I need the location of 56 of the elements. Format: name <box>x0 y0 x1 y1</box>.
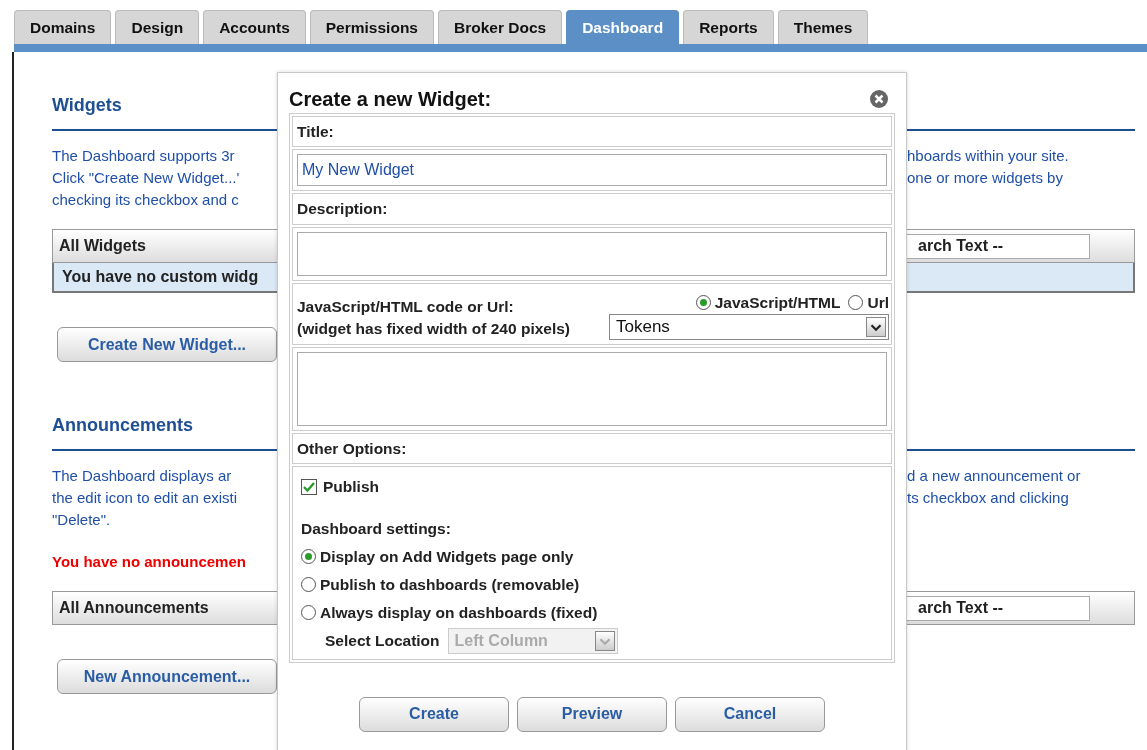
search-field[interactable]: arch Text -- <box>905 595 1090 621</box>
radio-button[interactable] <box>301 605 316 621</box>
radio-button[interactable] <box>301 577 316 593</box>
search-field[interactable]: arch Text -- <box>905 233 1090 259</box>
description-text: ts checkbox and clicking <box>907 488 1070 508</box>
close-icon[interactable] <box>869 89 889 109</box>
tab[interactable]: Accounts <box>203 10 306 44</box>
radio-button[interactable] <box>695 295 711 310</box>
tab[interactable]: Reports <box>683 10 774 44</box>
empty-message: You have no announcemen <box>52 552 246 572</box>
section-heading: Announcements <box>52 414 193 437</box>
description-text: checking its checkbox and c <box>52 190 240 210</box>
caret-icon <box>594 630 615 651</box>
description-text: The Dashboard displays ar <box>52 466 233 486</box>
field-label: (widget has fixed width of 240 pixels) <box>297 318 571 339</box>
code-field[interactable] <box>297 351 887 426</box>
description-text: hboards within your site. <box>907 146 1070 166</box>
radio-button[interactable] <box>848 295 864 310</box>
description-text: one or more widgets by <box>907 168 1064 188</box>
table-title: All Widgets <box>59 236 146 256</box>
checkbox[interactable] <box>301 478 317 495</box>
radio-label: Url <box>867 292 889 313</box>
field-label: Other Options: <box>292 432 892 464</box>
button[interactable]: Preview <box>517 696 667 732</box>
button[interactable]: New Announcement... <box>57 659 277 694</box>
button[interactable]: Create <box>359 696 509 732</box>
title-field[interactable]: My New Widget <box>297 154 887 187</box>
tab[interactable]: Themes <box>777 10 869 44</box>
tab[interactable]: Broker Docs <box>437 10 563 44</box>
caret-icon <box>866 316 886 337</box>
description-text: Click "Create New Widget...' <box>52 168 241 188</box>
description-field[interactable] <box>297 231 887 276</box>
radio-label: Always display on dashboards (fixed) <box>320 602 598 623</box>
field-label: Select Location <box>325 630 440 651</box>
button[interactable]: Create New Widget... <box>57 327 277 362</box>
tab[interactable]: Domains <box>14 10 112 44</box>
description-text: The Dashboard supports 3r <box>52 146 236 166</box>
description-text: d a new announcement or <box>907 466 1082 486</box>
radio-label: Display on Add Widgets page only <box>320 546 574 567</box>
field-label: Title: <box>292 116 892 148</box>
dialog-title: Create a new Widget: <box>289 87 492 111</box>
tab[interactable]: Permissions <box>309 10 434 44</box>
field-label: JavaScript/HTML code or Url: <box>297 296 515 317</box>
radio-label: Publish to dashboards (removable) <box>320 574 580 595</box>
tab[interactable]: Design <box>115 10 200 44</box>
field-label: Description: <box>292 193 892 225</box>
radio-button[interactable] <box>301 549 316 565</box>
radio-label: JavaScript/HTML <box>714 292 841 313</box>
button[interactable]: Cancel <box>675 696 825 732</box>
description-text: the edit icon to edit an existi <box>52 488 239 508</box>
table-title: All Announcements <box>59 598 209 618</box>
tokens-dropdown[interactable]: Tokens <box>609 313 889 340</box>
section-heading: Widgets <box>52 94 122 117</box>
description-text: "Delete". <box>52 510 112 530</box>
section-label: Dashboard settings: <box>301 518 452 539</box>
checkbox-label: Publish <box>323 476 379 497</box>
